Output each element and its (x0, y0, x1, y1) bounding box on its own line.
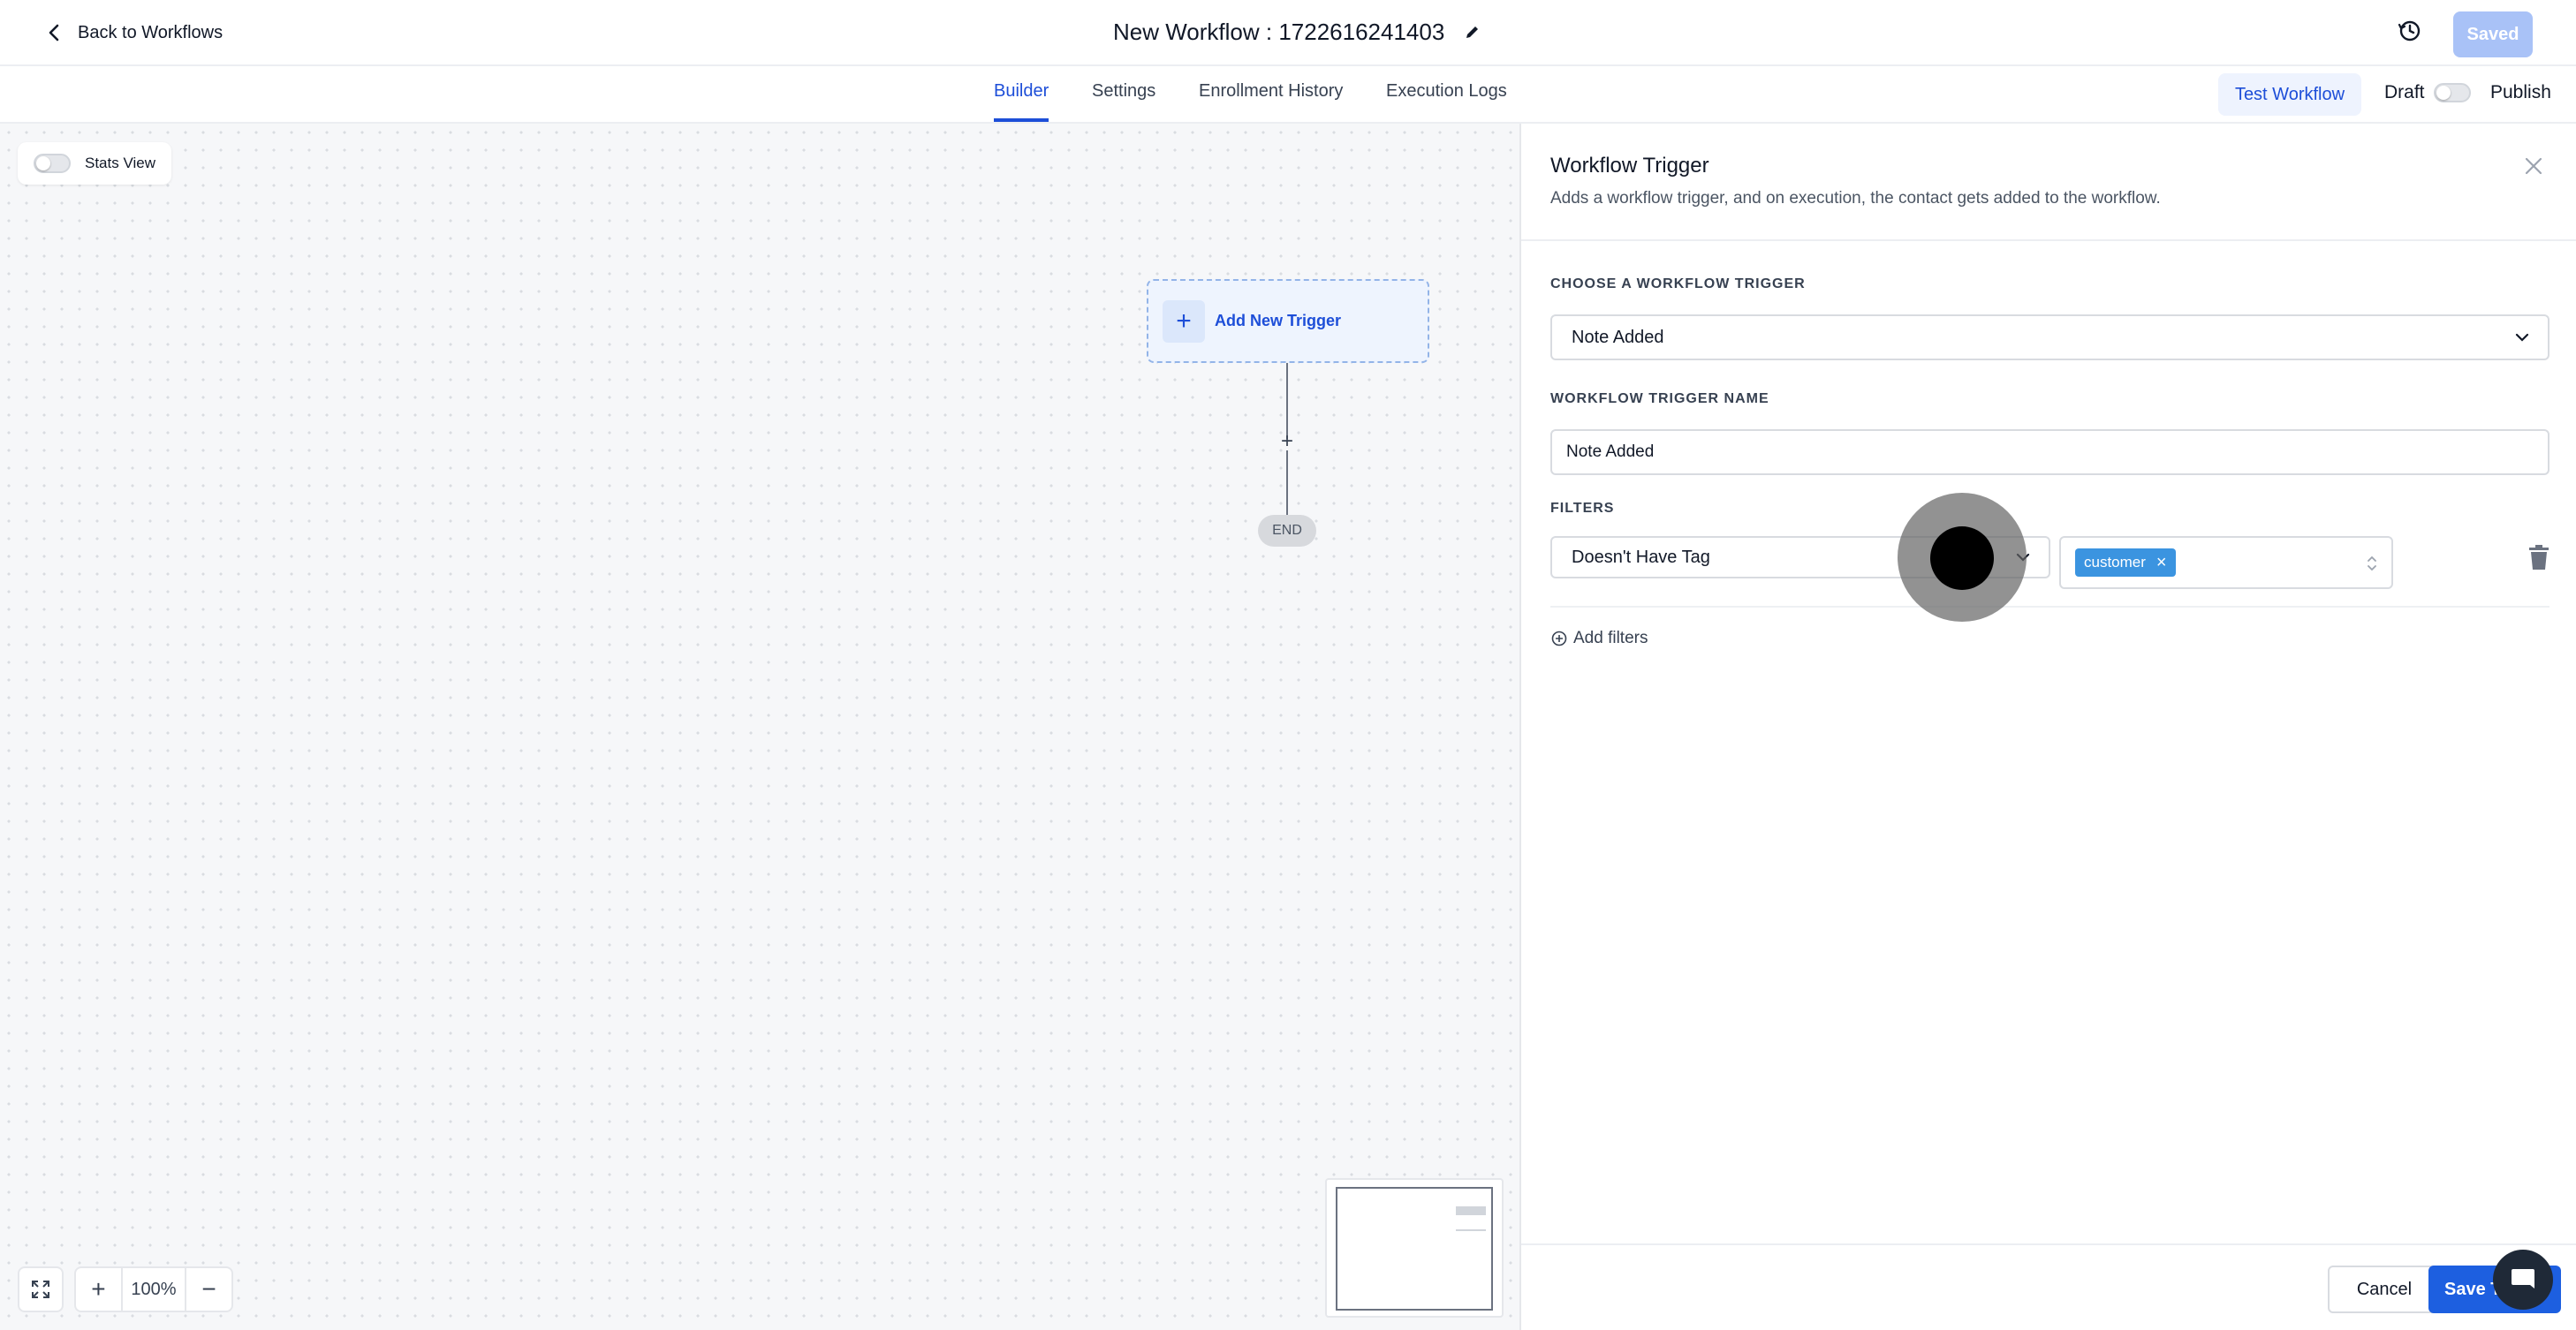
stats-view-label: Stats View (85, 155, 156, 171)
trigger-type-value: Note Added (1572, 327, 1664, 347)
tabs-bar: Builder Settings Enrollment History Exec… (0, 66, 2576, 124)
publish-toggle[interactable] (2434, 83, 2471, 102)
minimap-node (1456, 1206, 1486, 1215)
saved-button[interactable]: Saved (2453, 11, 2533, 57)
workflow-title: New Workflow : 1722616241403 (1113, 14, 1481, 49)
filter-condition-value: Doesn't Have Tag (1572, 547, 1710, 567)
workflow-trigger-panel: Workflow Trigger Adds a workflow trigger… (1519, 124, 2576, 1330)
footer-divider (1521, 1243, 2576, 1245)
tab-execution-logs[interactable]: Execution Logs (1386, 66, 1507, 122)
minimap-node (1456, 1229, 1486, 1231)
cursor-indicator-dot (1930, 526, 1994, 590)
add-filters-label: Add filters (1573, 629, 1648, 647)
chevron-down-icon (2515, 333, 2529, 342)
add-filters-button[interactable]: Add filters (1550, 629, 1648, 648)
workflow-canvas[interactable]: Stats View + Add New Trigger + END + 100… (0, 124, 1519, 1330)
add-new-trigger-node[interactable]: + Add New Trigger (1147, 279, 1429, 363)
connector-line (1286, 363, 1288, 439)
back-link-label: Back to Workflows (78, 22, 224, 42)
tab-enrollment-history[interactable]: Enrollment History (1199, 66, 1343, 122)
end-node: END (1258, 515, 1316, 547)
minimap[interactable] (1325, 1178, 1504, 1318)
zoom-out-button[interactable]: − (186, 1268, 231, 1311)
trigger-name-label: WORKFLOW TRIGGER NAME (1550, 391, 1769, 406)
chat-bubble-icon (2512, 1269, 2534, 1288)
stats-view-toggle[interactable] (34, 154, 71, 173)
history-clock-icon[interactable] (2397, 18, 2423, 44)
chat-widget-button[interactable] (2493, 1250, 2553, 1310)
back-to-workflows-link[interactable]: Back to Workflows (44, 16, 223, 49)
connector-line (1286, 450, 1288, 518)
add-new-trigger-label: Add New Trigger (1215, 312, 1342, 329)
choose-trigger-label: CHOOSE A WORKFLOW TRIGGER (1550, 276, 1806, 291)
add-step-button[interactable]: + (1277, 431, 1297, 452)
stats-view-control: Stats View (18, 142, 171, 185)
trash-icon[interactable] (2527, 544, 2550, 571)
minimap-viewport[interactable] (1336, 1187, 1493, 1311)
tag-chip: customer × (2075, 548, 2176, 577)
filters-label: FILTERS (1550, 501, 1615, 516)
publish-label: Publish (2490, 82, 2551, 102)
panel-description: Adds a workflow trigger, and on executio… (1550, 189, 2161, 208)
tag-chip-label: customer (2084, 554, 2146, 571)
draft-label: Draft (2384, 82, 2425, 102)
workflow-title-text: New Workflow : 1722616241403 (1113, 18, 1445, 45)
fit-view-button[interactable] (18, 1266, 64, 1312)
plus-icon: + (1163, 300, 1205, 343)
chevron-left-icon (49, 24, 59, 42)
zoom-in-button[interactable]: + (76, 1268, 121, 1311)
remove-tag-icon[interactable]: × (2156, 554, 2167, 571)
top-bar: Back to Workflows New Workflow : 1722616… (0, 0, 2576, 66)
filter-divider (1550, 606, 2549, 608)
panel-divider (1521, 239, 2576, 241)
zoom-level: 100% (120, 1268, 187, 1311)
tab-settings[interactable]: Settings (1092, 66, 1155, 122)
trigger-name-input[interactable] (1550, 429, 2549, 475)
close-icon[interactable] (2523, 155, 2544, 177)
up-down-chevron-icon (2368, 555, 2376, 571)
zoom-controls: + 100% − (74, 1266, 233, 1312)
test-workflow-button[interactable]: Test Workflow (2218, 73, 2361, 116)
filter-tags-select[interactable]: customer × (2059, 536, 2393, 589)
plus-circle-icon (1551, 631, 1567, 646)
trigger-type-select[interactable]: Note Added (1550, 314, 2549, 360)
tab-builder[interactable]: Builder (994, 66, 1049, 122)
cancel-button[interactable]: Cancel (2328, 1266, 2441, 1313)
panel-title: Workflow Trigger (1550, 154, 1709, 178)
expand-icon (32, 1281, 49, 1298)
pencil-edit-icon[interactable] (1464, 23, 1481, 41)
